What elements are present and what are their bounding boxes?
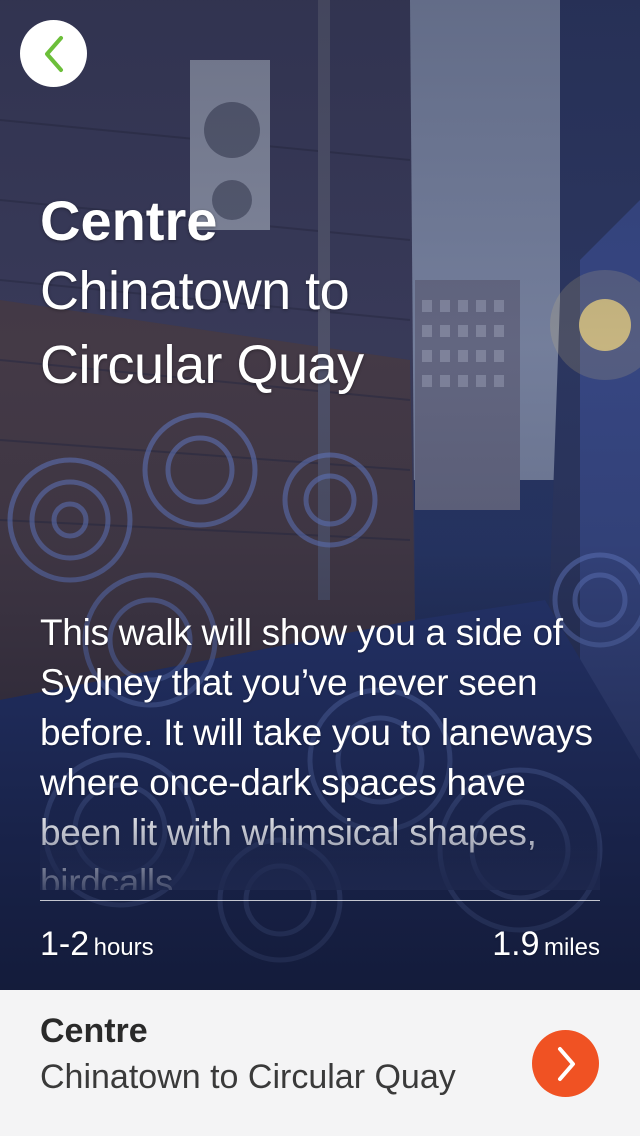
walk-route-line-2: Circular Quay bbox=[40, 335, 364, 395]
card-text: Centre Chinatown to Circular Quay bbox=[40, 1008, 520, 1100]
duration-unit: hours bbox=[93, 934, 154, 961]
back-button[interactable] bbox=[20, 20, 87, 87]
walk-title: Centre Chinatown to Circular Quay bbox=[40, 188, 460, 402]
duration-value: 1-2 bbox=[40, 925, 90, 963]
hero-image: Centre Chinatown to Circular Quay This w… bbox=[0, 0, 640, 990]
walk-route-line-1: Chinatown to bbox=[40, 261, 350, 321]
chevron-left-icon bbox=[44, 35, 63, 72]
walk-region-title: Centre bbox=[40, 189, 218, 252]
card-region-title: Centre bbox=[40, 1012, 148, 1050]
start-walk-button[interactable] bbox=[532, 1030, 599, 1097]
walk-description: This walk will show you a side of Sydney… bbox=[40, 612, 593, 890]
walk-description-container[interactable]: This walk will show you a side of Sydney… bbox=[40, 608, 600, 890]
duration-stat: 1-2 hours bbox=[40, 925, 154, 964]
card-route-title: Chinatown to Circular Quay bbox=[40, 1058, 456, 1096]
chevron-right-icon bbox=[557, 1046, 575, 1081]
distance-unit: miles bbox=[543, 934, 600, 961]
distance-value: 1.9 bbox=[492, 925, 540, 963]
divider bbox=[40, 900, 600, 901]
distance-stat: 1.9 miles bbox=[492, 925, 600, 964]
